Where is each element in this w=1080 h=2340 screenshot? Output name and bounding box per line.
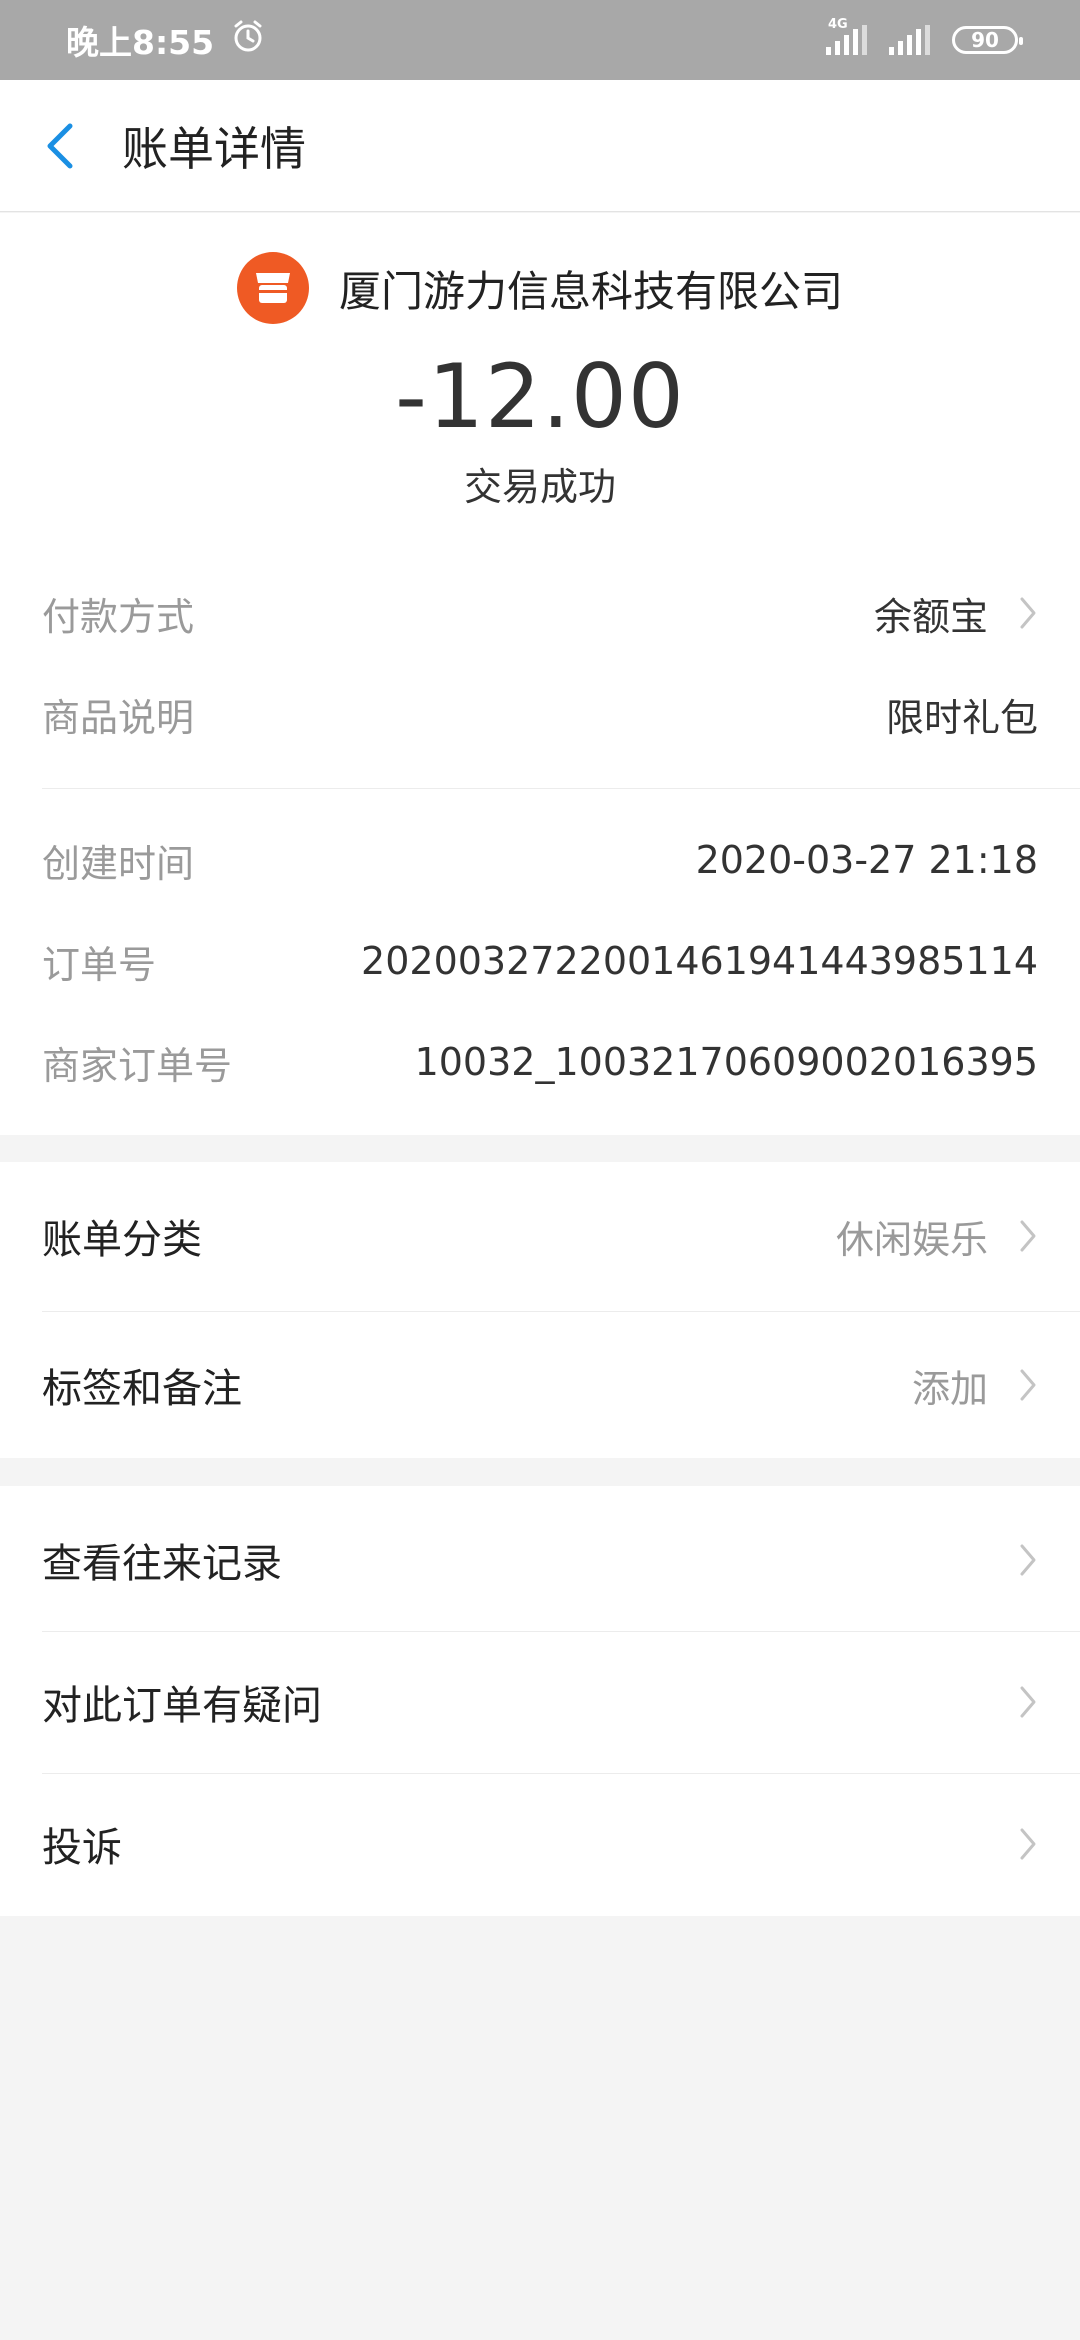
product-row: 商品说明 限时礼包	[42, 684, 1038, 744]
divider	[42, 1311, 1080, 1312]
back-button[interactable]	[0, 80, 120, 212]
product-value: 限时礼包	[885, 695, 1038, 740]
signal-4g-icon: 4G	[826, 17, 867, 55]
status-time: 晚上8:55	[66, 23, 215, 62]
tags-notes-value: 添加	[911, 1366, 988, 1411]
tags-notes-row[interactable]: 标签和备注 添加	[42, 1355, 1038, 1415]
tags-notes-value-wrap: 添加	[912, 1358, 1038, 1413]
chevron-right-icon	[1020, 1828, 1036, 1860]
view-history-row[interactable]: 查看往来记录	[42, 1530, 1038, 1590]
order-number-row: 订单号 2020032722001461941443985114	[42, 931, 1038, 991]
product-label: 商品说明	[42, 695, 195, 740]
network-label: 4G	[828, 17, 848, 32]
battery-level: 90	[971, 28, 999, 52]
bill-category-value: 休闲娱乐	[835, 1217, 988, 1262]
transaction-amount: -12.00	[395, 345, 685, 448]
signal-icon	[889, 25, 930, 55]
status-bar: 晚上8:55 4G 90	[0, 0, 1080, 80]
chevron-right-icon	[1020, 1369, 1036, 1401]
store-icon	[236, 252, 309, 324]
divider	[42, 788, 1080, 789]
view-history-label: 查看往来记录	[42, 1541, 282, 1587]
bill-category-label: 账单分类	[42, 1217, 202, 1263]
divider	[42, 1631, 1080, 1632]
chevron-right-icon	[1020, 597, 1036, 629]
bill-category-row[interactable]: 账单分类 休闲娱乐	[42, 1206, 1038, 1266]
payment-method-value: 余额宝	[873, 594, 988, 639]
payment-method-label: 付款方式	[42, 594, 195, 639]
created-time-label: 创建时间	[42, 841, 195, 886]
merchant-info: 厦门游力信息科技有限公司	[0, 252, 1080, 324]
merchant-order-row: 商家订单号 10032_10032170609002016395	[42, 1032, 1038, 1092]
order-question-row[interactable]: 对此订单有疑问	[42, 1672, 1038, 1732]
order-number-value: 2020032722001461941443985114	[361, 939, 1038, 983]
header: 账单详情	[0, 80, 1080, 212]
complaint-row[interactable]: 投诉	[42, 1814, 1038, 1874]
chevron-right-icon	[1020, 1686, 1036, 1718]
page-title: 账单详情	[122, 121, 306, 176]
payment-method-value-wrap: 余额宝	[874, 586, 1038, 641]
battery-icon: 90	[952, 26, 1023, 54]
transaction-status: 交易成功	[463, 465, 616, 509]
order-number-label: 订单号	[42, 942, 157, 987]
created-time-value: 2020-03-27 21:18	[695, 838, 1038, 882]
status-right: 4G 90	[826, 17, 1023, 55]
back-arrow-icon	[47, 123, 73, 168]
status-left: 晚上8:55	[66, 16, 266, 64]
merchant-name: 厦门游力信息科技有限公司	[338, 266, 843, 316]
merchant-order-label: 商家订单号	[42, 1043, 233, 1088]
alarm-icon	[230, 18, 266, 62]
created-time-row: 创建时间 2020-03-27 21:18	[42, 830, 1038, 890]
bill-category-value-wrap: 休闲娱乐	[836, 1209, 1038, 1264]
chevron-right-icon	[1020, 1544, 1036, 1576]
payment-method-row[interactable]: 付款方式 余额宝	[42, 583, 1038, 643]
merchant-order-value: 10032_10032170609002016395	[414, 1040, 1038, 1084]
order-question-label: 对此订单有疑问	[42, 1683, 322, 1729]
divider	[42, 1773, 1080, 1774]
tags-notes-label: 标签和备注	[42, 1366, 242, 1412]
chevron-right-icon	[1020, 1220, 1036, 1252]
complaint-label: 投诉	[42, 1825, 122, 1871]
